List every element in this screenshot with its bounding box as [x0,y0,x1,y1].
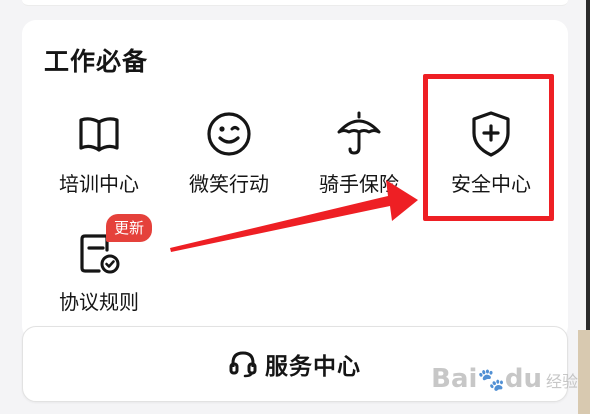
tool-agreement-rules[interactable]: 更新 协议规则 [34,214,164,315]
highlight-box [423,74,554,221]
tool-label: 培训中心 [59,172,139,196]
tool-label: 微笑行动 [189,172,269,196]
previous-card-edge [22,0,568,6]
service-center-label: 服务中心 [265,354,361,380]
background-edge [578,330,590,414]
watermark-sub: 经验 [545,372,578,391]
update-badge: 更新 [106,214,153,242]
tool-label: 协议规则 [59,290,139,314]
tool-training-center[interactable]: 培训中心 [34,108,164,197]
paw-icon: 🐾 [477,368,505,393]
tool-rider-insurance[interactable]: 骑手保险 [294,108,424,197]
watermark: Bai🐾du 经验 [431,364,578,394]
smile-icon [207,112,251,156]
headset-icon [229,351,257,378]
tool-label: 骑手保险 [319,172,399,196]
section-title: 工作必备 [44,47,149,76]
tool-smile-action[interactable]: 微笑行动 [164,108,294,197]
watermark-brand: Bai [431,364,478,394]
book-icon [79,117,119,152]
watermark-brand-tail: du [504,364,542,394]
umbrella-icon [337,111,381,155]
